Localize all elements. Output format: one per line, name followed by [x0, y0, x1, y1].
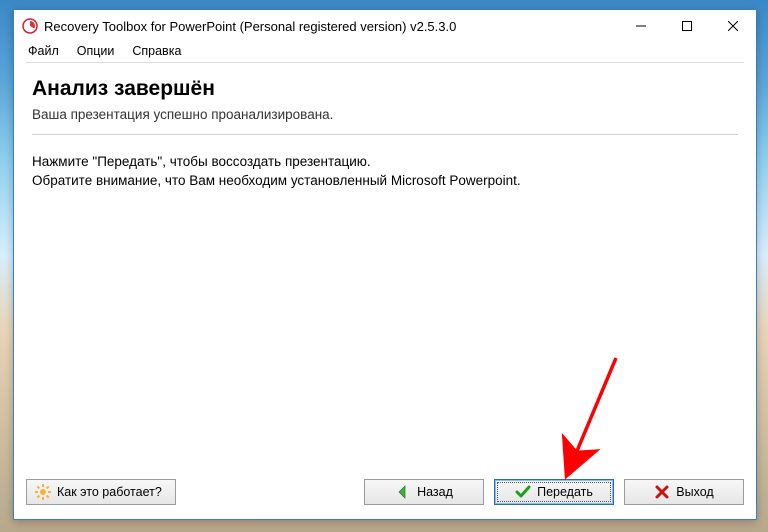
instructions: Нажмите "Передать", чтобы воссоздать пре… — [32, 153, 738, 191]
page-heading: Анализ завершён — [32, 77, 738, 101]
menu-options[interactable]: Опции — [69, 43, 123, 59]
page-subheading: Ваша презентация успешно проанализирован… — [32, 107, 738, 122]
exit-label: Выход — [676, 485, 713, 499]
menu-help[interactable]: Справка — [124, 43, 189, 59]
x-icon — [654, 484, 670, 500]
maximize-button[interactable] — [664, 10, 710, 42]
menu-file[interactable]: Файл — [20, 43, 67, 59]
instruction-line: Обратите внимание, что Вам необходим уст… — [32, 172, 738, 191]
minimize-button[interactable] — [618, 10, 664, 42]
transmit-button[interactable]: Передать — [494, 479, 614, 505]
window-title: Recovery Toolbox for PowerPoint (Persona… — [44, 19, 618, 34]
menubar: Файл Опции Справка — [14, 42, 756, 62]
close-button[interactable] — [710, 10, 756, 42]
divider — [32, 134, 738, 135]
exit-button[interactable]: Выход — [624, 479, 744, 505]
how-it-works-label: Как это работает? — [57, 485, 162, 499]
instruction-line: Нажмите "Передать", чтобы воссоздать пре… — [32, 153, 738, 172]
content-area: Анализ завершён Ваша презентация успешно… — [26, 62, 744, 475]
titlebar: Recovery Toolbox for PowerPoint (Persona… — [14, 10, 756, 42]
arrow-left-icon — [395, 484, 411, 500]
footer: Как это работает? Назад Передать Выход — [14, 475, 756, 519]
app-window: Recovery Toolbox for PowerPoint (Persona… — [13, 9, 757, 520]
back-label: Назад — [417, 485, 453, 499]
transmit-label: Передать — [537, 485, 593, 499]
check-icon — [515, 484, 531, 500]
window-controls — [618, 10, 756, 42]
gear-icon — [35, 484, 51, 500]
app-icon — [22, 18, 38, 34]
back-button[interactable]: Назад — [364, 479, 484, 505]
how-it-works-button[interactable]: Как это работает? — [26, 479, 176, 505]
